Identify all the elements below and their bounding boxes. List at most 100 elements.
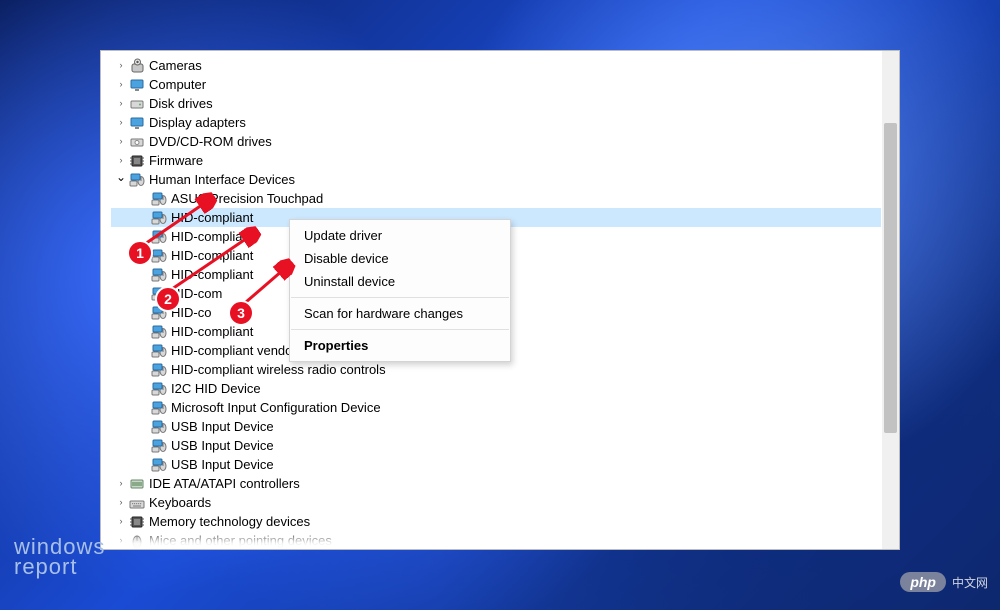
tree-item-label: USB Input Device [171, 417, 274, 436]
tree-device-item[interactable]: USB Input Device [111, 417, 881, 436]
scrollbar-thumb[interactable] [884, 123, 897, 433]
spacer [137, 459, 149, 471]
context-menu: Update driverDisable deviceUninstall dev… [289, 219, 511, 362]
annotation-badge-3: 3 [228, 300, 254, 326]
menu-item[interactable]: Update driver [290, 224, 510, 247]
spacer [137, 383, 149, 395]
spacer [137, 288, 149, 300]
vertical-scrollbar[interactable] [882, 51, 899, 549]
hid-icon [129, 172, 145, 188]
tree-device-item[interactable]: USB Input Device [111, 455, 881, 474]
watermark-windows-report: windows report [14, 536, 105, 578]
discdrive-icon [129, 134, 145, 150]
chevron-right-icon[interactable]: › [115, 60, 127, 72]
monitor-icon [129, 115, 145, 131]
hid-icon [151, 362, 167, 378]
menu-item[interactable]: Scan for hardware changes [290, 302, 510, 325]
tree-device-item[interactable]: ASUS Precision Touchpad [111, 189, 881, 208]
tree-item-label: Computer [149, 75, 206, 94]
hid-icon [151, 343, 167, 359]
spacer [137, 326, 149, 338]
tree-category[interactable]: › IDE ATA/ATAPI controllers [111, 474, 881, 493]
bottom-fade [101, 535, 881, 549]
device-manager-window: ›Cameras›Computer›Disk drives›Display ad… [100, 50, 900, 550]
spacer [137, 421, 149, 433]
hid-icon [151, 191, 167, 207]
tree-item-label: Human Interface Devices [149, 170, 295, 189]
tree-item-label: DVD/CD-ROM drives [149, 132, 272, 151]
camera-icon [129, 58, 145, 74]
spacer [137, 269, 149, 281]
chevron-right-icon[interactable]: › [115, 155, 127, 167]
tree-category[interactable]: › Computer [111, 75, 881, 94]
tree-item-label: Disk drives [149, 94, 213, 113]
spacer [137, 440, 149, 452]
tree-device-item[interactable]: I2C HID Device [111, 379, 881, 398]
hid-icon [151, 267, 167, 283]
spacer [137, 402, 149, 414]
tree-category[interactable]: › Disk drives [111, 94, 881, 113]
tree-device-item[interactable]: HID-compliant wireless radio controls [111, 360, 881, 379]
tree-category[interactable]: › Keyboards [111, 493, 881, 512]
tree-category[interactable]: ⌄ Human Interface Devices [111, 170, 881, 189]
tree-item-label: HID-compliant [171, 246, 253, 265]
tree-item-label: HID-compliant [171, 208, 253, 227]
tree-item-label: I2C HID Device [171, 379, 261, 398]
tree-category[interactable]: › Memory technology devices [111, 512, 881, 531]
ide-icon [129, 476, 145, 492]
tree-device-item[interactable]: Microsoft Input Configuration Device [111, 398, 881, 417]
chevron-right-icon[interactable]: › [115, 79, 127, 91]
tree-item-label: HID-compliant [171, 227, 253, 246]
tree-item-label: HID-compliant [171, 265, 253, 284]
tree-item-label: Memory technology devices [149, 512, 310, 531]
spacer [137, 307, 149, 319]
chevron-down-icon[interactable]: ⌄ [115, 172, 127, 184]
chevron-right-icon[interactable]: › [115, 136, 127, 148]
monitor-icon [129, 77, 145, 93]
chevron-right-icon[interactable]: › [115, 117, 127, 129]
menu-item[interactable]: Uninstall device [290, 270, 510, 293]
chip-icon [129, 153, 145, 169]
hid-icon [151, 419, 167, 435]
tree-item-label: ASUS Precision Touchpad [171, 189, 323, 208]
spacer [137, 345, 149, 357]
menu-item[interactable]: Properties [290, 334, 510, 357]
annotation-badge-1: 1 [127, 240, 153, 266]
chevron-right-icon[interactable]: › [115, 98, 127, 110]
tree-item-label: Firmware [149, 151, 203, 170]
menu-separator [291, 297, 509, 298]
hid-icon [151, 457, 167, 473]
menu-item[interactable]: Disable device [290, 247, 510, 270]
tree-item-label: USB Input Device [171, 436, 274, 455]
tree-category[interactable]: › DVD/CD-ROM drives [111, 132, 881, 151]
hid-icon [151, 381, 167, 397]
spacer [137, 364, 149, 376]
annotation-badge-2: 2 [155, 286, 181, 312]
tree-item-label: HID-compliant wireless radio controls [171, 360, 386, 379]
spacer [137, 193, 149, 205]
disk-icon [129, 96, 145, 112]
watermark-php-cn: php 中文网 [900, 572, 988, 592]
hid-icon [151, 229, 167, 245]
tree-item-label: IDE ATA/ATAPI controllers [149, 474, 300, 493]
desktop-background: ›Cameras›Computer›Disk drives›Display ad… [0, 0, 1000, 610]
hid-icon [151, 210, 167, 226]
tree-item-label: Microsoft Input Configuration Device [171, 398, 381, 417]
tree-item-label: Keyboards [149, 493, 211, 512]
tree-item-label: USB Input Device [171, 455, 274, 474]
hid-icon [151, 248, 167, 264]
chip-icon [129, 514, 145, 530]
tree-category[interactable]: › Display adapters [111, 113, 881, 132]
menu-separator [291, 329, 509, 330]
tree-item-label: Display adapters [149, 113, 246, 132]
chevron-right-icon[interactable]: › [115, 497, 127, 509]
chevron-right-icon[interactable]: › [115, 478, 127, 490]
spacer [137, 212, 149, 224]
hid-icon [151, 400, 167, 416]
tree-category[interactable]: › Firmware [111, 151, 881, 170]
hid-icon [151, 324, 167, 340]
keyboard-icon [129, 495, 145, 511]
tree-category[interactable]: ›Cameras [111, 56, 881, 75]
chevron-right-icon[interactable]: › [115, 516, 127, 528]
tree-device-item[interactable]: USB Input Device [111, 436, 881, 455]
